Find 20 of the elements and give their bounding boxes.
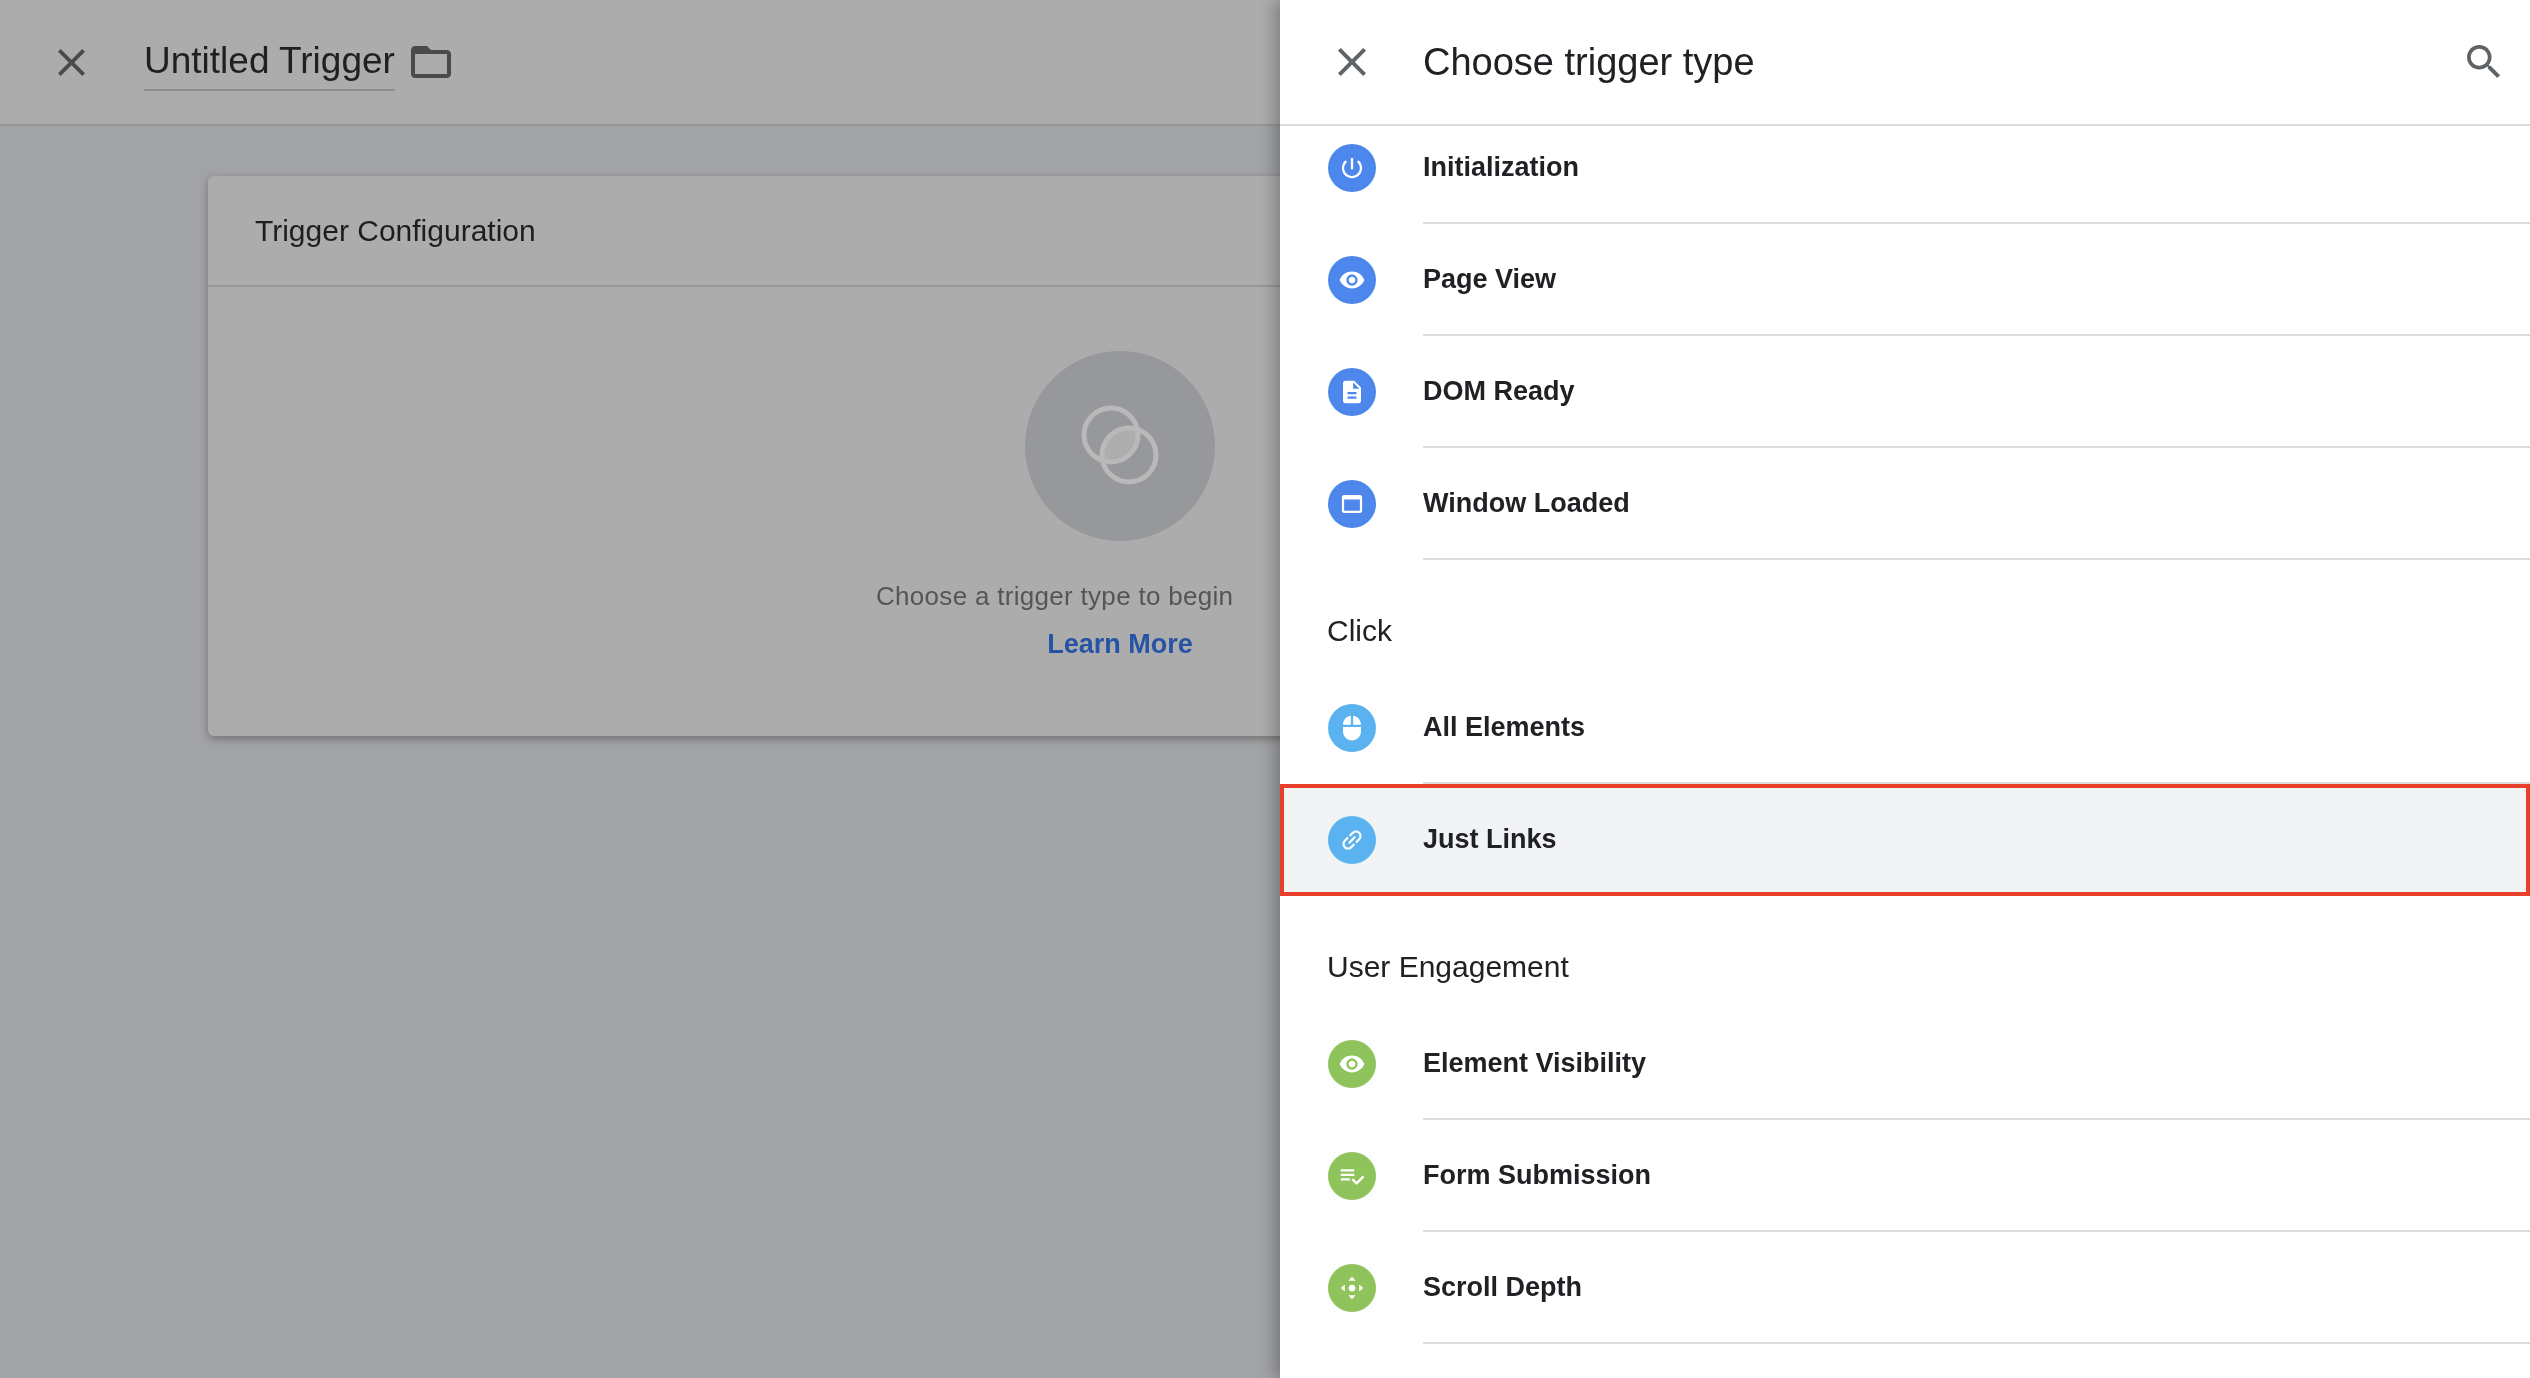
section-heading: User Engagement [1327,950,1569,984]
close-icon [57,48,85,76]
trigger-type-item[interactable]: Initialization [1280,126,2530,224]
trigger-name-field[interactable]: Untitled Trigger [144,33,395,91]
card-title: Trigger Configuration [255,213,536,249]
trigger-type-item[interactable]: Just Links [1280,784,2530,896]
panel-title: Choose trigger type [1423,39,1755,85]
close-icon [1338,48,1366,76]
trigger-type-item[interactable]: DOM Ready [1280,336,2530,448]
section-heading: Click [1327,614,1392,648]
trigger-type-item[interactable]: Element Visibility [1280,1008,2530,1120]
trigger-type-item[interactable]: Form Submission [1280,1120,2530,1232]
trigger-type-item[interactable]: Window Loaded [1280,448,2530,560]
trigger-type-item[interactable]: All Elements [1280,672,2530,784]
search-icon [2467,45,2501,79]
folder-icon [410,46,451,78]
overlapping-circles-icon [1025,351,1215,541]
empty-state-text: Choose a trigger type to begin [876,580,1234,613]
trigger-type-item[interactable]: Scroll Depth [1280,1232,2530,1344]
trigger-type-item[interactable]: Page View [1280,224,2530,336]
